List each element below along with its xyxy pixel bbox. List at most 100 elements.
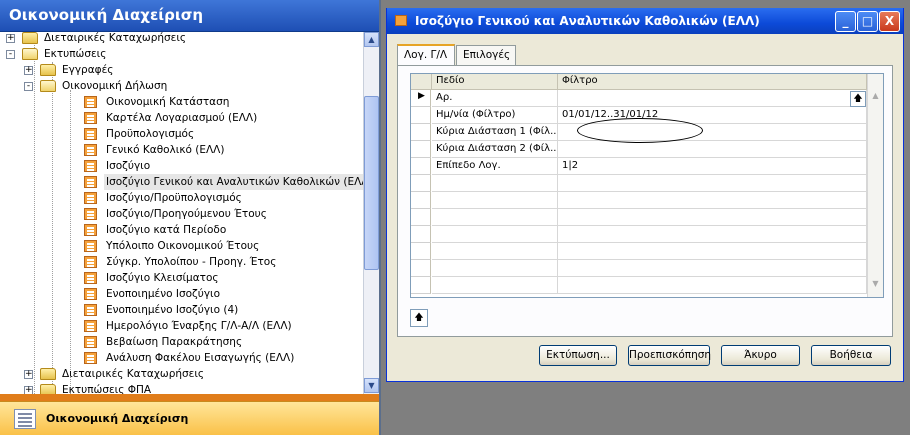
row-selector[interactable] [411,124,431,141]
nav-pane-title: Οικονομική Διαχείριση [0,0,379,32]
tree-item-report[interactable]: Ισοζύγιο κατά Περίοδο [2,222,363,238]
filter-cell[interactable] [558,192,867,209]
maximize-button[interactable]: □ [857,11,878,32]
row-selector[interactable]: ▶ [411,90,431,107]
tree-item-report[interactable]: Ενοποιημένο Ισοζύγιο (4) [2,302,363,318]
grid-scrollbar[interactable]: ▲ ▼ [867,74,883,297]
pane-splitter[interactable] [0,394,379,401]
minimize-button[interactable]: _ [835,11,856,32]
tree-item-report[interactable]: Σύγκρ. Υπολοίπου - Προηγ. Έτος [2,254,363,270]
grid-scroll-up[interactable]: ▲ [869,91,882,104]
row-selector[interactable] [411,243,431,260]
expand-icon[interactable]: + [24,386,33,394]
filter-cell[interactable] [558,260,867,277]
filter-cell[interactable] [558,277,867,294]
tab-gl-account[interactable]: Λογ. Γ/Λ [397,44,455,66]
field-cell[interactable]: Ημ/νία (Φίλτρο) [432,107,558,124]
report-icon [84,304,97,316]
expand-icon[interactable]: + [6,34,15,43]
tree-item-report[interactable]: Προϋπολογισμός [2,126,363,142]
tree-item-label: Εγγραφές [62,64,114,76]
row-selector[interactable] [411,260,431,277]
tree-item-report[interactable]: Ισοζύγιο Κλεισίματος [2,270,363,286]
collapse-panel-icon[interactable]: 🡅 [410,309,428,327]
collapse-icon[interactable]: - [24,82,33,91]
filter-cell[interactable] [558,243,867,260]
nav-module-button[interactable]: Οικονομική Διαχείριση [0,401,379,435]
tree-item-report[interactable]: Ημερολόγιο Έναρξης Γ/Λ-Α/Λ (ΕΛΛ) [2,318,363,334]
row-selector[interactable] [411,192,431,209]
field-cell[interactable]: Επίπεδο Λογ. [432,158,558,175]
field-cell[interactable]: Κύρια Διάσταση 1 (Φίλ... [432,124,558,141]
tree-item-folder[interactable]: - Οικονομική Δήλωση [2,78,363,94]
print-button[interactable]: Εκτύπωση... [539,345,617,366]
tree-item-folder[interactable]: - Εκτυπώσεις [2,46,363,62]
row-selector[interactable] [411,175,431,192]
tree-item-report[interactable]: Ισοζύγιο [2,158,363,174]
help-button[interactable]: Βοήθεια [811,345,891,366]
filter-cell[interactable] [558,90,867,107]
tree-item-label: Ισοζύγιο Γενικού και Αναλυτικών Καθολικώ… [104,174,363,190]
tree-item-report[interactable]: Ισοζύγιο Γενικού και Αναλυτικών Καθολικώ… [2,174,363,190]
cancel-button[interactable]: Άκυρο [721,345,800,366]
scroll-down-button[interactable]: ▼ [364,378,379,393]
tree-scrollbar[interactable]: ▲ ▼ [363,32,379,394]
filter-cell[interactable] [558,141,867,158]
row-selector[interactable] [411,158,431,175]
row-selector[interactable] [411,277,431,294]
field-cell[interactable]: Αρ. [432,90,558,107]
tree-item-folder[interactable]: + Διεταιρικές Καταχωρήσεις [2,32,363,46]
preview-button[interactable]: Προεπισκόπηση [628,345,711,366]
row-selector[interactable] [411,226,431,243]
row-selector[interactable] [411,107,431,124]
close-button[interactable]: X [879,11,900,32]
field-cell[interactable] [432,243,558,260]
row-selector[interactable] [411,209,431,226]
field-cell[interactable] [432,277,558,294]
tree-item-label: Ανάλυση Φακέλου Εισαγωγής (ΕΛΛ) [106,352,295,364]
tab-options[interactable]: Επιλογές [456,45,516,66]
filter-cell[interactable]: 1|2 [558,158,867,175]
report-icon [84,224,97,236]
tree-item-report[interactable]: Καρτέλα Λογαριασμού (ΕΛΛ) [2,110,363,126]
dialog-title-bar[interactable]: Ισοζύγιο Γενικού και Αναλυτικών Καθολικώ… [387,8,903,34]
report-icon [84,320,97,332]
tree-item-label: Ημερολόγιο Έναρξης Γ/Λ-Α/Λ (ΕΛΛ) [106,320,292,332]
field-cell[interactable] [432,175,558,192]
tree-item-report[interactable]: Γενικό Καθολικό (ΕΛΛ) [2,142,363,158]
tree-item-report[interactable]: Ισοζύγιο/Προηγούμενου Έτους [2,206,363,222]
field-cell[interactable] [432,226,558,243]
field-cell[interactable] [432,260,558,277]
row-header-corner [411,74,432,90]
filter-cell[interactable] [558,209,867,226]
row-selector[interactable] [411,141,431,158]
tree-item-report[interactable]: Ανάλυση Φακέλου Εισαγωγής (ΕΛΛ) [2,350,363,366]
tree-item-folder[interactable]: + Εκτυπώσεις ΦΠΑ [2,382,363,394]
tree-item-label: Διεταιρικές Καταχωρήσεις [62,368,205,380]
tree-item-folder[interactable]: + Εγγραφές [2,62,363,78]
tree-item-report[interactable]: Οικονομική Κατάσταση [2,94,363,110]
tree-item-folder[interactable]: + Διεταιρικές Καταχωρήσεις [2,366,363,382]
scroll-up-button[interactable]: ▲ [364,32,379,47]
sort-up-icon[interactable]: 🡅 [850,91,866,107]
filter-cell[interactable] [558,226,867,243]
tree-item-report[interactable]: Ενοποιημένο Ισοζύγιο [2,286,363,302]
field-cell[interactable]: Κύρια Διάσταση 2 (Φίλ... [432,141,558,158]
scroll-thumb[interactable] [364,96,379,270]
report-icon [84,112,97,124]
tree-item-report[interactable]: Ισοζύγιο/Προϋπολογισμός [2,190,363,206]
tree-item-label: Διεταιρικές Καταχωρήσεις [44,32,187,44]
tree-item-report[interactable]: Υπόλοιπο Οικονομικού Έτους [2,238,363,254]
collapse-icon[interactable]: - [6,50,15,59]
field-cell[interactable] [432,209,558,226]
tree-item-label: Οικονομική Κατάσταση [106,96,230,108]
field-cell[interactable] [432,192,558,209]
expand-icon[interactable]: + [24,66,33,75]
tree-item-report[interactable]: Βεβαίωση Παρακράτησης [2,334,363,350]
current-row-icon: ▶ [418,91,425,101]
filter-cell[interactable] [558,175,867,192]
grid-scroll-down[interactable]: ▼ [869,279,882,292]
expand-icon[interactable]: + [24,370,33,379]
module-icon [14,409,36,429]
annotation-ellipse [577,118,703,143]
